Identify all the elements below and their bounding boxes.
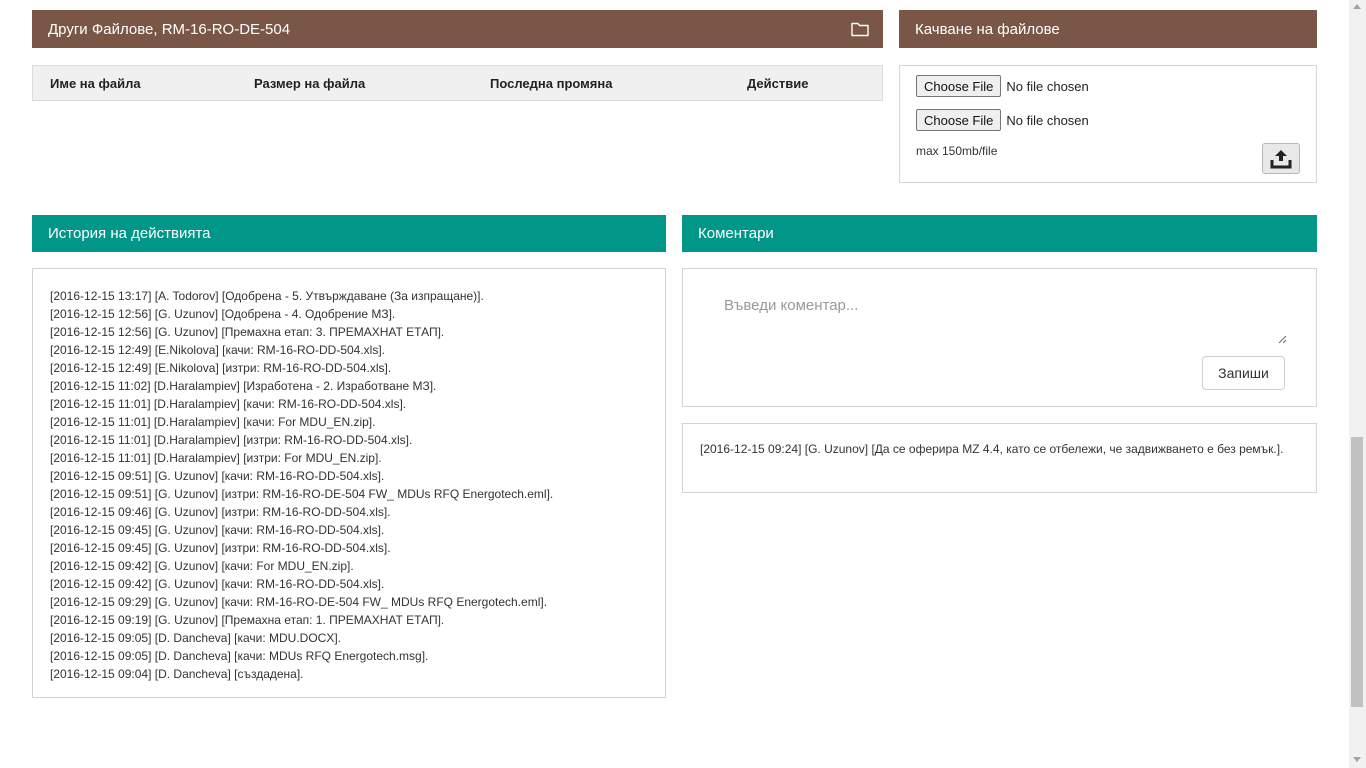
history-entry: [2016-12-15 09:45] [G. Uzunov] [изтри: R… — [50, 541, 391, 555]
comments-panel-header: Коментари — [682, 215, 1317, 252]
history-entry: [2016-12-15 09:05] [D. Dancheva] [качи: … — [50, 631, 341, 645]
column-file-name[interactable]: Име на файла — [50, 76, 141, 91]
choose-file-button[interactable]: Choose File — [916, 109, 1002, 131]
history-panel-title: История на действията — [48, 225, 211, 242]
comments-panel-title: Коментари — [698, 225, 774, 242]
column-action[interactable]: Действие — [747, 76, 808, 91]
history-entry: [2016-12-15 09:46] [G. Uzunov] [изтри: R… — [50, 505, 391, 519]
file-status: No file chosen — [1006, 78, 1089, 94]
files-panel-title: Други Файлове, RM-16-RO-DE-504 — [48, 20, 291, 38]
files-panel-header: Други Файлове, RM-16-RO-DE-504 — [32, 10, 883, 48]
history-entry: [2016-12-15 09:29] [G. Uzunov] [качи: RM… — [50, 595, 548, 609]
history-entry: [2016-12-15 09:04] [D. Dancheva] [създад… — [50, 667, 304, 681]
history-entry: [2016-12-15 13:17] [A. Todorov] [Одобрен… — [50, 289, 484, 303]
upload-panel-title: Качване на файлове — [915, 20, 1060, 38]
max-size-note: max 150mb/file — [916, 144, 998, 158]
history-entry: [2016-12-15 11:01] [D.Haralampiev] [изтр… — [50, 433, 413, 447]
history-entry: [2016-12-15 11:01] [D.Haralampiev] [изтр… — [50, 451, 382, 465]
history-list: [2016-12-15 13:17] [A. Todorov] [Одобрен… — [32, 268, 666, 698]
comment-form: Запиши — [682, 268, 1317, 407]
history-entry: [2016-12-15 09:42] [G. Uzunov] [качи: RM… — [50, 577, 385, 591]
choose-file-button[interactable]: Choose File — [916, 75, 1002, 97]
history-entry: [2016-12-15 12:56] [G. Uzunov] [Одобрена… — [50, 307, 396, 321]
file-input-1[interactable]: Choose File No file chosen — [916, 75, 1089, 97]
history-entry: [2016-12-15 09:42] [G. Uzunov] [качи: Fo… — [50, 559, 354, 573]
history-entry: [2016-12-15 09:19] [G. Uzunov] [Премахна… — [50, 613, 445, 627]
upload-panel-header: Качване на файлове — [899, 10, 1317, 48]
history-entry: [2016-12-15 09:45] [G. Uzunov] [качи: RM… — [50, 523, 385, 537]
upload-button[interactable] — [1262, 143, 1300, 174]
resize-grip-icon[interactable] — [1278, 335, 1287, 344]
comment-list: [2016-12-15 09:24] [G. Uzunov] [Да се оф… — [682, 423, 1317, 493]
scrollbar-thumb[interactable] — [1351, 437, 1363, 707]
column-last-modified[interactable]: Последна промяна — [490, 76, 612, 91]
history-entry: [2016-12-15 11:01] [D.Haralampiev] [качи… — [50, 415, 376, 429]
history-entry: [2016-12-15 12:56] [G. Uzunov] [Премахна… — [50, 325, 445, 339]
upload-icon — [1270, 149, 1292, 168]
comment-item: [2016-12-15 09:24] [G. Uzunov] [Да се оф… — [700, 442, 1284, 456]
save-comment-button[interactable]: Запиши — [1202, 356, 1285, 390]
file-status: No file chosen — [1006, 112, 1089, 128]
history-entry: [2016-12-15 12:49] [E.Nikolova] [изтри: … — [50, 361, 392, 375]
history-entry: [2016-12-15 09:51] [G. Uzunov] [изтри: R… — [50, 487, 554, 501]
folder-icon[interactable] — [851, 21, 869, 37]
history-entry: [2016-12-15 09:05] [D. Dancheva] [качи: … — [50, 649, 429, 663]
upload-panel-body: Choose File No file chosen Choose File N… — [899, 65, 1317, 183]
scroll-down-arrow-icon[interactable] — [1353, 757, 1361, 762]
history-panel-header: История на действията — [32, 215, 666, 252]
file-input-2[interactable]: Choose File No file chosen — [916, 109, 1089, 131]
history-entry: [2016-12-15 09:51] [G. Uzunov] [качи: RM… — [50, 469, 385, 483]
column-file-size[interactable]: Размер на файла — [254, 76, 365, 91]
files-table-header: Име на файла Размер на файла Последна пр… — [32, 65, 883, 101]
scroll-up-arrow-icon[interactable] — [1353, 4, 1361, 9]
history-entry: [2016-12-15 11:01] [D.Haralampiev] [качи… — [50, 397, 407, 411]
history-entry: [2016-12-15 11:02] [D.Haralampiev] [Изра… — [50, 379, 437, 393]
page-scrollbar[interactable] — [1349, 0, 1366, 768]
comment-input[interactable] — [705, 287, 1285, 347]
history-entry: [2016-12-15 12:49] [E.Nikolova] [качи: R… — [50, 343, 386, 357]
